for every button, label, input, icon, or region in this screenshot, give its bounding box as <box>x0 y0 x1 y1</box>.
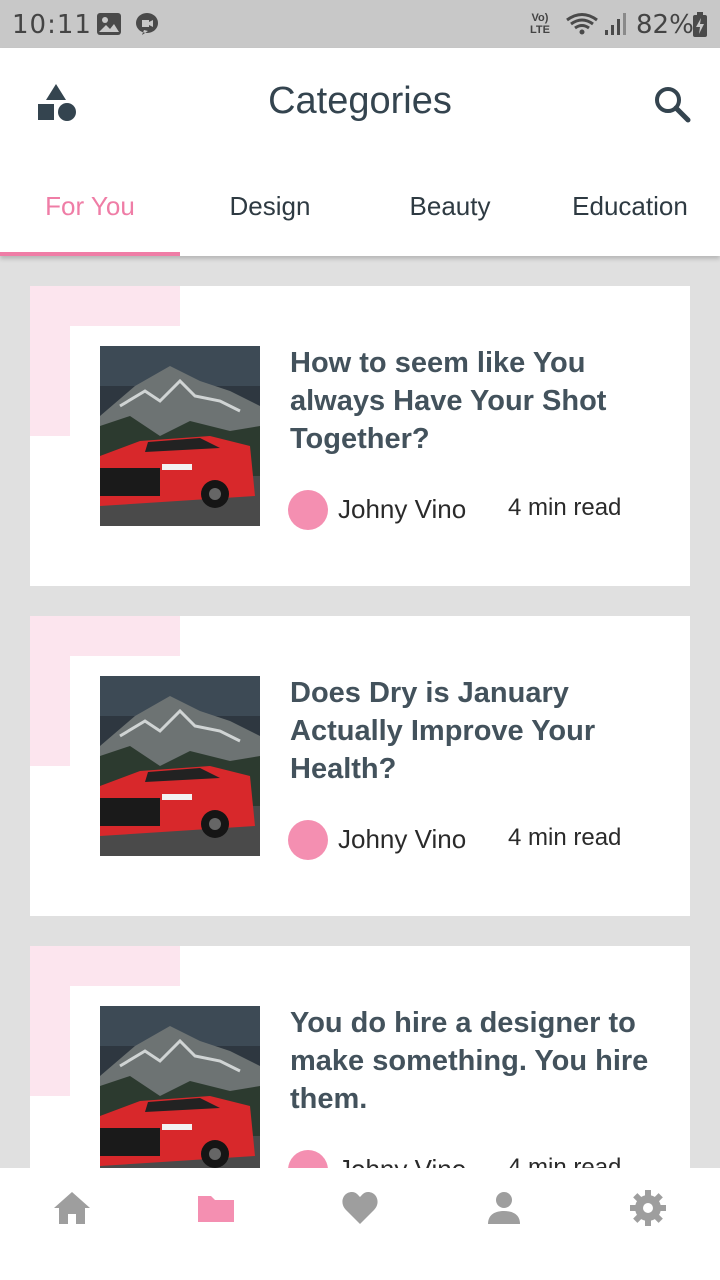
author-avatar <box>288 820 328 860</box>
article-thumbnail[interactable] <box>100 346 260 526</box>
app-bar: Categories For You Design Beauty Educati… <box>0 48 720 256</box>
gear-icon[interactable] <box>628 1188 668 1228</box>
author-name[interactable]: Johny Vino <box>338 824 466 855</box>
battery-percent: 82% <box>636 10 694 40</box>
article-thumbnail[interactable] <box>100 676 260 856</box>
author-name[interactable]: Johny Vino <box>338 1154 466 1168</box>
tab-design[interactable]: Design <box>180 166 360 256</box>
article-title[interactable]: You do hire a designer to make something… <box>290 1004 670 1118</box>
read-time: 4 min read <box>508 1154 622 1168</box>
network-indicator: Vo) LTE <box>530 12 550 36</box>
article-card[interactable]: You do hire a designer to make something… <box>30 946 690 1168</box>
tab-beauty[interactable]: Beauty <box>360 166 540 256</box>
status-bar: 10:11 Vo) LTE 82% <box>0 0 720 48</box>
status-time: 10:11 <box>12 10 92 40</box>
folder-icon[interactable] <box>196 1188 236 1228</box>
battery-charging-icon <box>693 12 707 37</box>
heart-icon[interactable] <box>340 1188 380 1228</box>
article-card[interactable]: How to seem like You always Have Your Sh… <box>30 286 690 586</box>
bottom-navigation <box>0 1168 720 1280</box>
author-name[interactable]: Johny Vino <box>338 494 466 525</box>
author-avatar <box>288 1150 328 1168</box>
search-icon[interactable] <box>652 84 692 124</box>
article-card[interactable]: Does Dry is January Actually Improve You… <box>30 616 690 916</box>
signal-icon <box>605 13 626 35</box>
article-thumbnail[interactable] <box>100 1006 260 1168</box>
read-time: 4 min read <box>508 824 622 851</box>
person-icon[interactable] <box>484 1188 524 1228</box>
chat-icon <box>136 13 159 35</box>
page-title: Categories <box>268 80 452 122</box>
wifi-icon <box>566 13 598 35</box>
image-icon <box>97 13 121 35</box>
tab-indicator <box>0 252 180 256</box>
article-title[interactable]: Does Dry is January Actually Improve You… <box>290 674 670 788</box>
tab-for-you[interactable]: For You <box>0 166 180 256</box>
article-feed[interactable]: How to seem like You always Have Your Sh… <box>0 256 720 1168</box>
home-icon[interactable] <box>52 1188 92 1228</box>
article-title[interactable]: How to seem like You always Have Your Sh… <box>290 344 670 458</box>
tab-education[interactable]: Education <box>540 166 720 256</box>
read-time: 4 min read <box>508 494 622 521</box>
author-avatar <box>288 490 328 530</box>
category-tabs: For You Design Beauty Education <box>0 166 720 256</box>
